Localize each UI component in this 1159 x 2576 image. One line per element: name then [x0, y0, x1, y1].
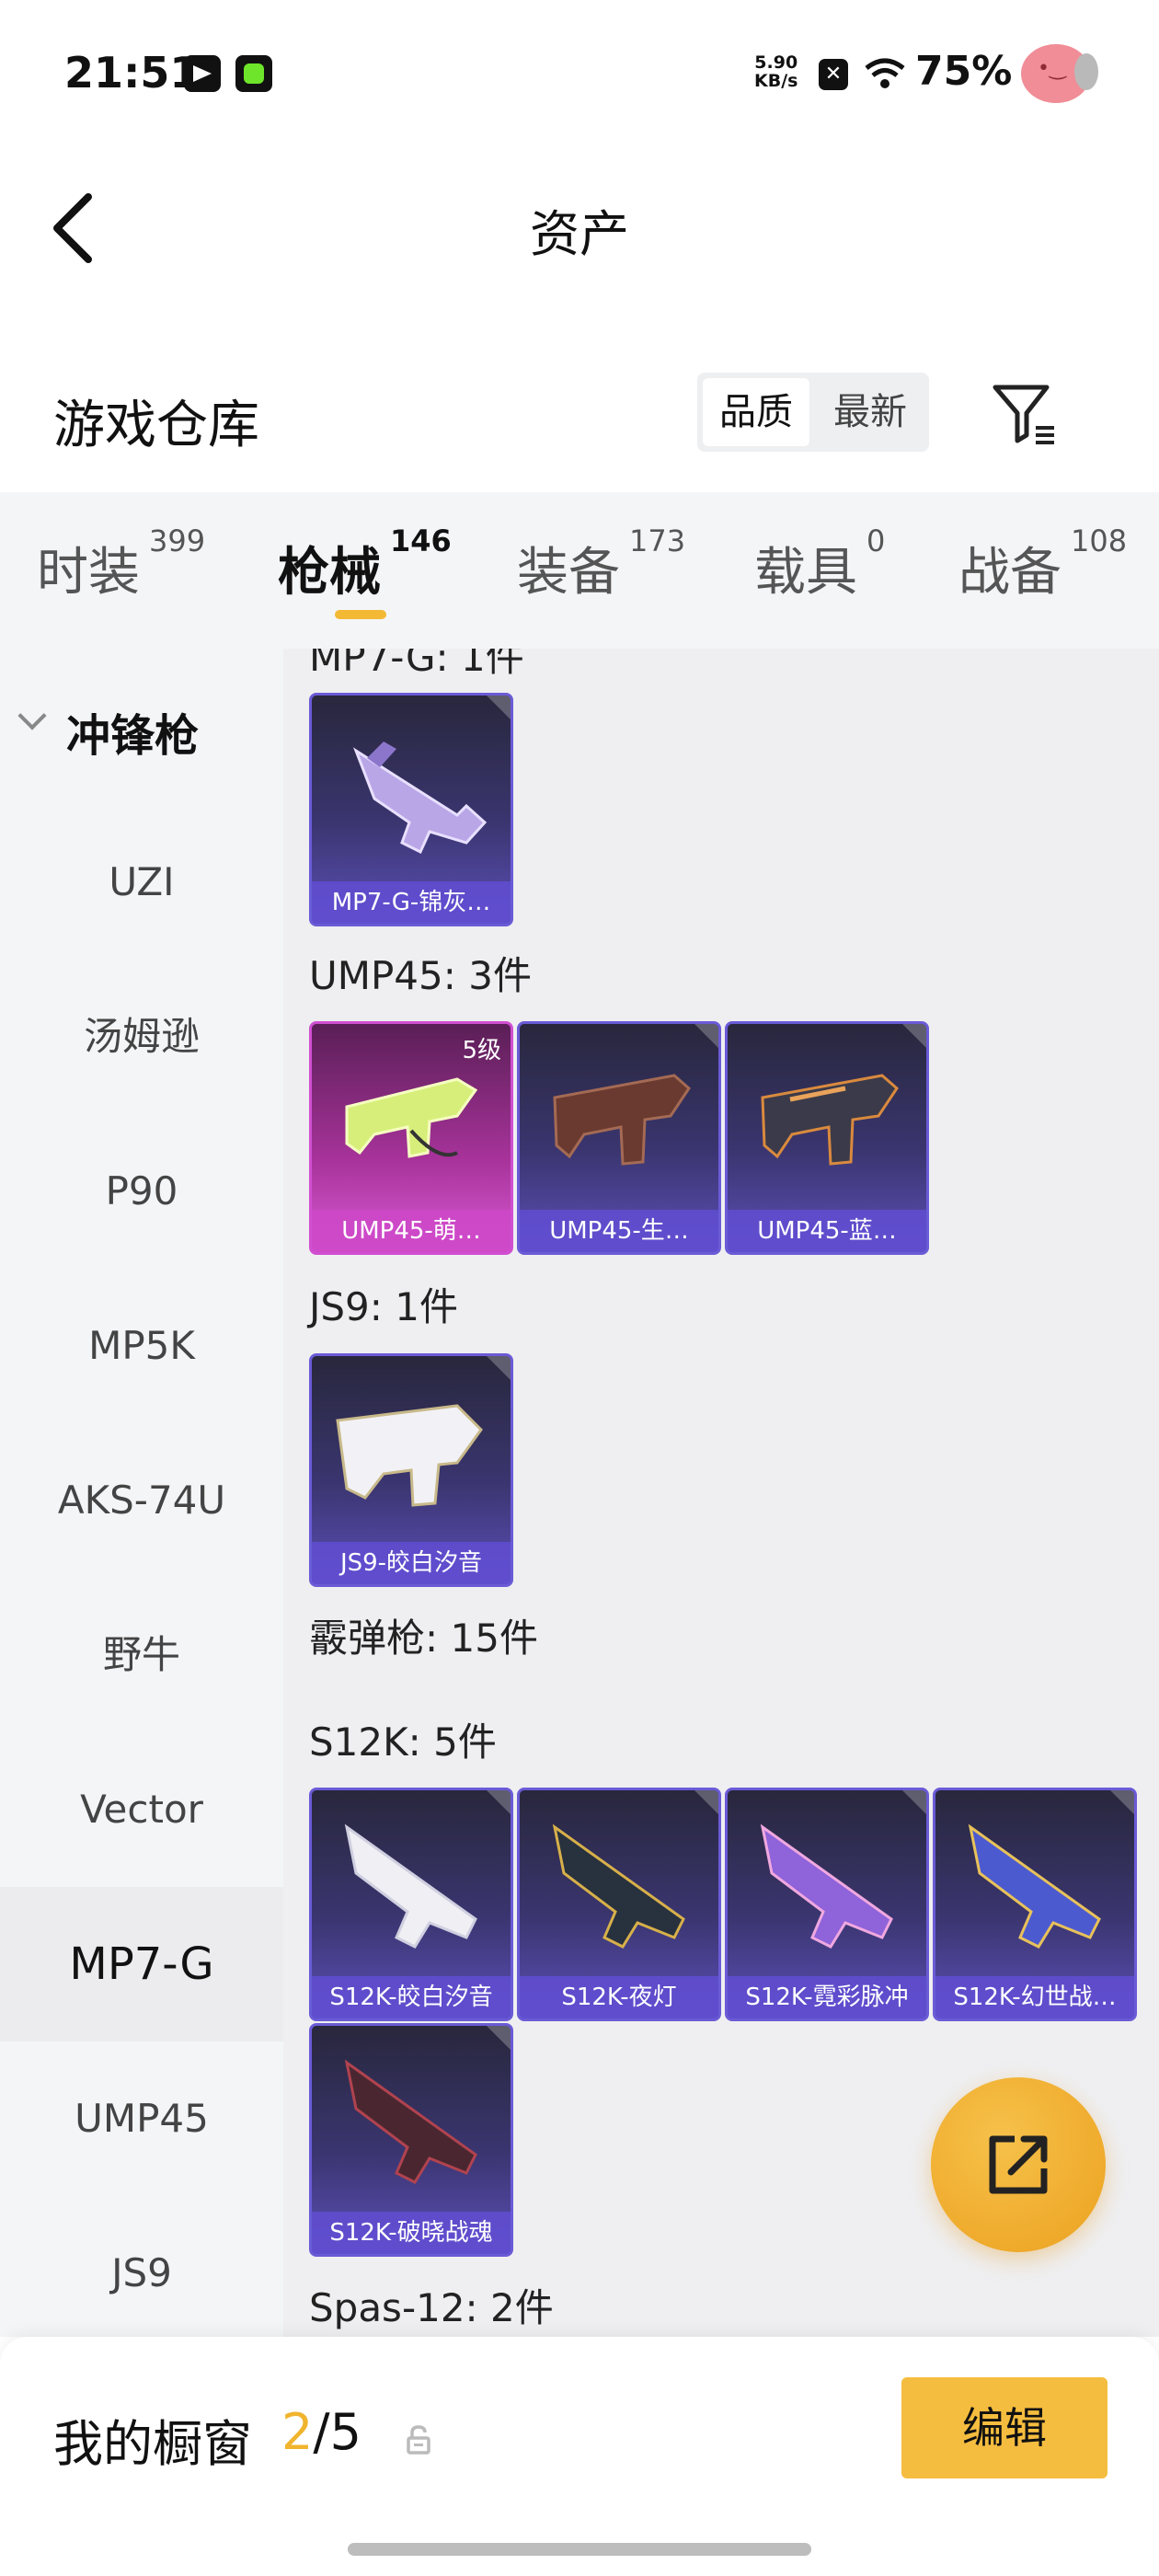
sidebar-item-js9[interactable]: JS9 [0, 2196, 283, 2337]
tab-fashion[interactable]: 时装 399 [37, 523, 205, 605]
weapon-card[interactable]: UMP45-蓝… [725, 1021, 929, 1255]
showcase-bar: 我的橱窗 2/5 编辑 [0, 2337, 1159, 2576]
tab-count: 108 [1071, 523, 1128, 558]
showcase-max: 5 [329, 2403, 361, 2461]
card-label: UMP45-蓝… [728, 1210, 926, 1252]
weapon-image [344, 1823, 477, 1949]
section-header-spas12: Spas-12: 2件 [309, 2285, 554, 2330]
pig-avatar-icon [1021, 44, 1098, 103]
card-label: S12K-霓彩脉冲 [728, 1976, 926, 2018]
section-header-s12k: S12K: 5件 [309, 1719, 497, 1765]
showcase-title: 我的橱窗 [53, 2415, 252, 2473]
weapon-image [760, 1823, 893, 1949]
chevron-down-icon [17, 701, 47, 730]
filter-icon[interactable] [990, 380, 1060, 450]
edit-button[interactable]: 编辑 [901, 2377, 1107, 2478]
game-app-icon [235, 55, 272, 92]
weapon-image [336, 1404, 483, 1507]
tab-count: 146 [390, 523, 452, 558]
wifi-icon [865, 58, 905, 88]
showcase-current: 2 [281, 2403, 314, 2461]
status-time: 21:51 [64, 48, 200, 98]
tab-equipment[interactable]: 装备 173 [517, 523, 685, 605]
weapon-image [968, 1823, 1101, 1949]
sidebar-item-ump45[interactable]: UMP45 [0, 2041, 283, 2196]
section-header-mp7g: MP7-G: 1件 [309, 649, 524, 680]
card-label: S12K-幻世战… [935, 1976, 1134, 2018]
weapon-card[interactable]: JS9-皎白汐音 [309, 1353, 513, 1587]
weapon-card[interactable]: 5级 UMP45-萌… [309, 1021, 513, 1255]
weapon-card[interactable]: S12K-霓彩脉冲 [725, 1788, 929, 2021]
card-label: MP7-G-锦灰… [312, 881, 511, 924]
net-speed-value: 5.90 [754, 52, 798, 73]
card-label: UMP45-生… [520, 1210, 718, 1252]
tab-label: 载具 [754, 543, 857, 603]
sort-quality-button[interactable]: 品质 [703, 378, 809, 446]
section-header-shotgun: 霰弹枪: 15件 [309, 1616, 538, 1661]
sidebar-item-uzi[interactable]: UZI [0, 805, 283, 960]
tab-label: 装备 [517, 543, 620, 603]
external-link-icon [989, 2135, 1048, 2194]
sidebar-item-mp7g[interactable]: MP7-G [0, 1887, 283, 2041]
section-header-js9: JS9: 1件 [309, 1284, 458, 1329]
sidebar-item-mp5k[interactable]: MP5K [0, 1269, 283, 1423]
card-label: S12K-破晓战魂 [312, 2212, 511, 2254]
weapon-card[interactable]: S12K-夜灯 [517, 1788, 721, 2021]
showcase-count: 2/5 [281, 2403, 361, 2461]
sidebar-item-bizon[interactable]: 野牛 [0, 1578, 283, 1732]
tab-supplies[interactable]: 战备 108 [958, 523, 1127, 605]
sidebar-item-aks74u[interactable]: AKS-74U [0, 1423, 283, 1578]
weapon-image [761, 1074, 899, 1166]
card-label: JS9-皎白汐音 [312, 1542, 511, 1584]
title-bar: 资产 [0, 166, 1159, 285]
sidebar-item-p90[interactable]: P90 [0, 1114, 283, 1269]
section-header-ump45: UMP45: 3件 [309, 953, 532, 998]
net-speed: 5.90 KB/s [754, 53, 798, 90]
weapon-image [553, 1074, 691, 1166]
weapon-card[interactable]: UMP45-生… [517, 1021, 721, 1255]
card-label: S12K-夜灯 [520, 1976, 718, 2018]
tab-count: 173 [629, 523, 686, 558]
warehouse-title: 游戏仓库 [53, 396, 259, 455]
page-title: 资产 [530, 205, 629, 263]
tab-weapons[interactable]: 枪械 146 [278, 523, 452, 605]
weapon-image [344, 2059, 477, 2184]
telegram-icon [184, 55, 221, 92]
tab-count: 399 [149, 523, 206, 558]
card-label: S12K-皎白汐音 [312, 1976, 511, 2018]
showcase-separator: / [313, 2403, 330, 2461]
weapon-card[interactable]: S12K-幻世战… [933, 1788, 1137, 2021]
weapon-card[interactable]: S12K-破晓战魂 [309, 2023, 513, 2257]
status-bar: 21:51 5.90 KB/s ✕ 75% [0, 0, 1159, 147]
category-tabs: 时装 399 枪械 146 装备 173 载具 0 战备 108 [0, 492, 1159, 649]
lock-icon [407, 2425, 430, 2455]
sidebar-item-thompson[interactable]: 汤姆逊 [0, 960, 283, 1114]
warehouse-header: 游戏仓库 品质 最新 [0, 363, 1159, 474]
home-indicator[interactable] [348, 2543, 811, 2556]
weapon-image [352, 742, 488, 855]
weapon-type-sidebar: 冲锋枪 UZI 汤姆逊 P90 MP5K AKS-74U 野牛 Vector M… [0, 649, 283, 2337]
weapon-image [345, 1077, 478, 1158]
sidebar-group-label: 冲锋枪 [66, 710, 200, 762]
no-sim-icon: ✕ [819, 59, 848, 90]
weapon-card[interactable]: MP7-G-锦灰… [309, 693, 513, 926]
battery-level: 75% [915, 48, 1013, 95]
tab-count: 0 [866, 523, 886, 558]
weapon-card[interactable]: S12K-皎白汐音 [309, 1788, 513, 2021]
sidebar-group-smg[interactable]: 冲锋枪 [0, 685, 283, 777]
active-tab-indicator [335, 610, 386, 619]
card-label: UMP45-萌… [312, 1210, 511, 1252]
weapon-image [552, 1823, 685, 1949]
sort-newest-button[interactable]: 最新 [817, 378, 924, 446]
tab-label: 枪械 [278, 543, 381, 603]
net-speed-unit: KB/s [754, 71, 798, 91]
tab-label: 战备 [958, 543, 1061, 603]
tab-label: 时装 [37, 543, 140, 603]
share-button[interactable] [931, 2077, 1106, 2252]
tab-vehicles[interactable]: 载具 0 [754, 523, 885, 605]
sort-toggle: 品质 最新 [697, 373, 929, 452]
sidebar-item-vector[interactable]: Vector [0, 1732, 283, 1887]
